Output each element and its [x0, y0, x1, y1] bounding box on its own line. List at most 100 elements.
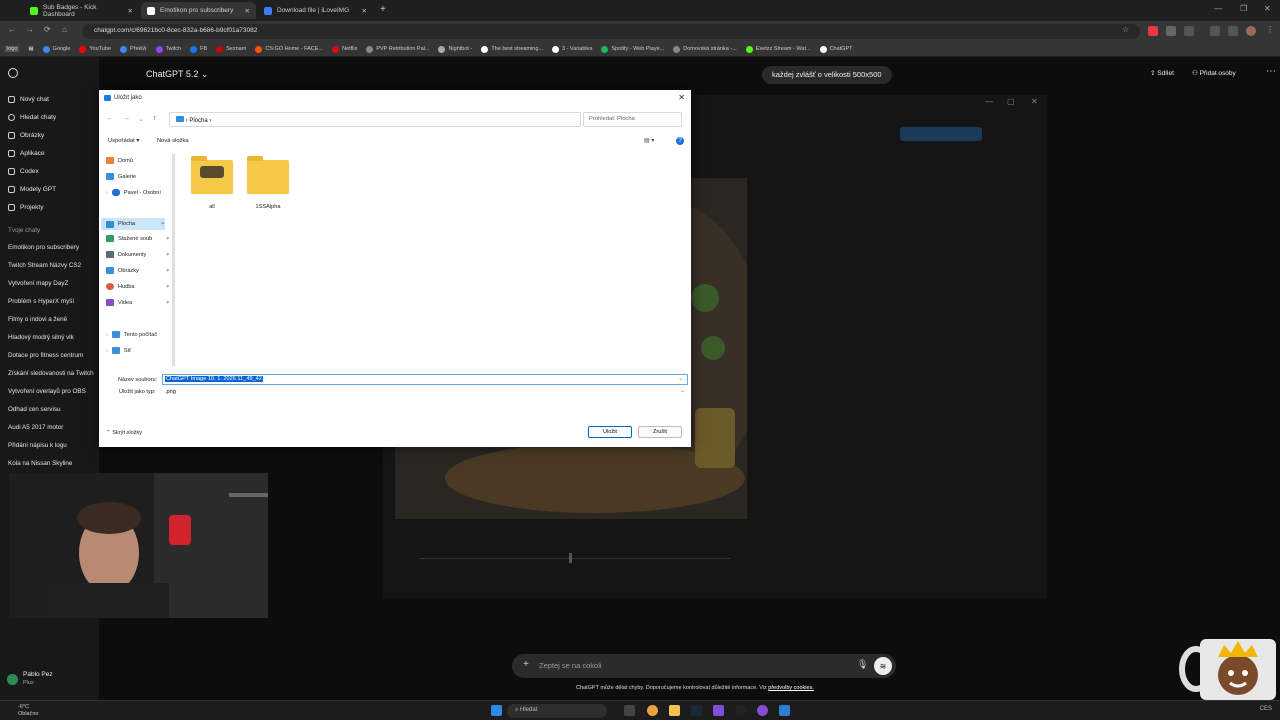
- zoom-slider[interactable]: [420, 558, 730, 559]
- chat-item[interactable]: Přidání nápisu k logu: [8, 442, 67, 449]
- home-icon[interactable]: ⌂: [62, 25, 67, 34]
- close-tab-icon[interactable]: ✕: [128, 7, 133, 15]
- share-button[interactable]: ⇪ Sdílet: [1150, 69, 1174, 77]
- chat-item[interactable]: Filmy o indovi a ženě: [8, 316, 67, 323]
- sidebar-item-gpts[interactable]: Modely GPT: [8, 186, 56, 193]
- new-tab-button[interactable]: +: [380, 4, 386, 15]
- up-icon[interactable]: ↑: [153, 115, 157, 122]
- reload-icon[interactable]: ⟳: [44, 25, 51, 34]
- tab-kick-dashboard[interactable]: Sub Badges - Kick Dashboard ✕: [24, 2, 139, 19]
- app-icon[interactable]: [713, 705, 724, 716]
- chat-item[interactable]: Dotace pro fitness centrum: [8, 352, 83, 359]
- recent-dropdown-icon[interactable]: ⌄: [138, 115, 144, 123]
- nav-item-downloads[interactable]: Stažené soub ✦: [106, 235, 170, 242]
- sidebar-item-search[interactable]: Hledat chaty: [8, 114, 56, 121]
- zoom-slider-handle[interactable]: [569, 553, 572, 563]
- app-icon[interactable]: [757, 705, 768, 716]
- cookie-prefs-link[interactable]: předvolby cookies.: [768, 685, 814, 691]
- close-tab-icon[interactable]: ✕: [362, 7, 367, 15]
- start-windows-icon[interactable]: [491, 705, 502, 716]
- sidebar-item-projects[interactable]: Projekty: [8, 204, 43, 211]
- bookmark-item[interactable]: Twitch: [155, 45, 181, 53]
- cancel-button[interactable]: Zrušit: [638, 426, 682, 438]
- filename-input[interactable]: ChatGPT Image 10. 1. 2026 11_49_42 ⌄: [162, 374, 688, 385]
- bookmark-item[interactable]: Netflix: [332, 45, 357, 53]
- chat-item[interactable]: Hladový modrý silný vlk: [8, 334, 74, 341]
- view-options-icon[interactable]: ▤ ▾: [644, 137, 654, 144]
- folder-all[interactable]: all: [190, 156, 234, 210]
- organize-button[interactable]: Uspořádat ▾: [108, 138, 139, 144]
- nav-item-home[interactable]: Domů: [106, 157, 170, 164]
- close-icon[interactable]: ✕: [1031, 97, 1038, 106]
- chat-item[interactable]: Vytvoření mapy DayZ: [8, 280, 68, 287]
- nav-item-this-pc[interactable]: › Tento počítač: [106, 331, 170, 338]
- back-icon[interactable]: ←: [8, 25, 16, 34]
- bookmark-item[interactable]: Exetzz Stream - Wat...: [745, 45, 811, 53]
- nav-item-videos[interactable]: Videa ✦: [106, 299, 170, 306]
- help-icon[interactable]: ?: [676, 137, 684, 145]
- file-explorer-icon[interactable]: [669, 705, 680, 716]
- extensions-puzzle-icon[interactable]: [1184, 26, 1194, 36]
- nav-scrollbar[interactable]: [172, 154, 175, 366]
- system-tray[interactable]: CES: [1260, 706, 1272, 712]
- bookmark-item[interactable]: Překlŵ: [119, 45, 147, 53]
- bookmark-item[interactable]: 3 - Variables: [551, 45, 592, 53]
- chat-item[interactable]: Získání sledovanosti na Twitch: [8, 370, 94, 377]
- nav-item-gallery[interactable]: Galerie: [106, 173, 170, 180]
- nav-item-pictures[interactable]: Obrázky ✦: [106, 267, 170, 274]
- path-bar[interactable]: › Plocha ›: [169, 112, 581, 127]
- bookmark-item[interactable]: The best streaming...: [481, 45, 543, 53]
- bookmark-item[interactable]: ChatGPT: [819, 45, 853, 53]
- extension-icon[interactable]: [1228, 26, 1238, 36]
- nav-item-desktop[interactable]: Plocha ✦: [101, 218, 165, 230]
- forward-icon[interactable]: →: [26, 25, 34, 34]
- minimize-icon[interactable]: —: [985, 97, 993, 106]
- chevron-down-icon[interactable]: ⌄: [677, 376, 684, 382]
- nav-item-onedrive[interactable]: › Pavel - Osobní: [106, 189, 170, 196]
- weather-widget[interactable]: -6°C Oblačno: [18, 704, 39, 718]
- nav-item-network[interactable]: › Síť: [106, 347, 170, 354]
- maximize-icon[interactable]: ❐: [1240, 4, 1247, 13]
- bookmark-item[interactable]: Seznam: [216, 45, 246, 53]
- folder-1ssalpha[interactable]: 1SSAlpha: [246, 156, 290, 210]
- sidebar-item-new-chat[interactable]: Nový chat: [8, 96, 49, 103]
- new-folder-button[interactable]: Nová složka: [157, 138, 189, 144]
- profile-avatar[interactable]: [1246, 26, 1256, 36]
- openai-logo-icon[interactable]: [8, 68, 18, 78]
- bookmark-star-icon[interactable]: ☆: [1122, 25, 1129, 34]
- filetype-select[interactable]: .png ⌄: [162, 387, 688, 398]
- more-options-icon[interactable]: ⋯: [1266, 66, 1276, 77]
- back-icon[interactable]: ←: [106, 115, 113, 122]
- editor-action-button[interactable]: [900, 127, 982, 141]
- chat-item[interactable]: Audi A5 2017 motor: [8, 424, 63, 431]
- taskbar-search[interactable]: ⌕ Hledat: [507, 704, 607, 718]
- chat-item[interactable]: Emotikon pro subscribery: [8, 244, 79, 251]
- extension-icon[interactable]: [1148, 26, 1158, 36]
- dialog-search-input[interactable]: Prohledat: Plocha: [583, 112, 682, 127]
- hide-folders-toggle[interactable]: ⌃ Skrýt složky: [106, 430, 142, 436]
- chat-item[interactable]: Problém s HyperX myší: [8, 298, 74, 305]
- filename-value[interactable]: ChatGPT Image 10. 1. 2026 11_49_42: [165, 376, 263, 382]
- sidebar-item-codex[interactable]: Codex: [8, 168, 39, 175]
- bookmark-item[interactable]: Spotify - Web Playe...: [601, 45, 664, 53]
- chat-item[interactable]: Kola na Nissan Skyline: [8, 460, 72, 467]
- chrome-icon[interactable]: [647, 705, 658, 716]
- chat-item[interactable]: Twitch Stream Názvy CS2: [8, 262, 81, 269]
- voice-mode-button[interactable]: ≋: [874, 657, 892, 675]
- add-people-button[interactable]: ⚇ Přidat osoby: [1192, 69, 1236, 77]
- apps-grid-icon[interactable]: ▦: [28, 46, 33, 52]
- bookmark-item[interactable]: YouTube: [79, 45, 111, 53]
- save-button[interactable]: Uložit: [588, 426, 632, 438]
- plus-icon[interactable]: +: [523, 659, 529, 670]
- composer-placeholder[interactable]: Zeptej se na cokoli: [539, 661, 602, 670]
- forward-icon[interactable]: →: [123, 115, 130, 122]
- url-field[interactable]: chatgpt.com/c/69621bc0-8cec-832a-b686-b9…: [82, 24, 1140, 39]
- bookmark-item[interactable]: PVP Retribution Pal...: [366, 45, 429, 53]
- tab-iloveimg[interactable]: Download file | iLoveIMG ✕: [258, 2, 373, 19]
- bookmark-item[interactable]: Nightbot -: [438, 45, 472, 53]
- sidebar-item-apps[interactable]: Aplikace: [8, 150, 45, 157]
- bookmark-item[interactable]: CS:GO Home - FACE...: [255, 45, 323, 53]
- bookmark-item[interactable]: Google: [42, 45, 70, 53]
- close-icon[interactable]: ✕: [678, 93, 685, 102]
- bookmark-item[interactable]: Domovská stránka -...: [673, 45, 737, 53]
